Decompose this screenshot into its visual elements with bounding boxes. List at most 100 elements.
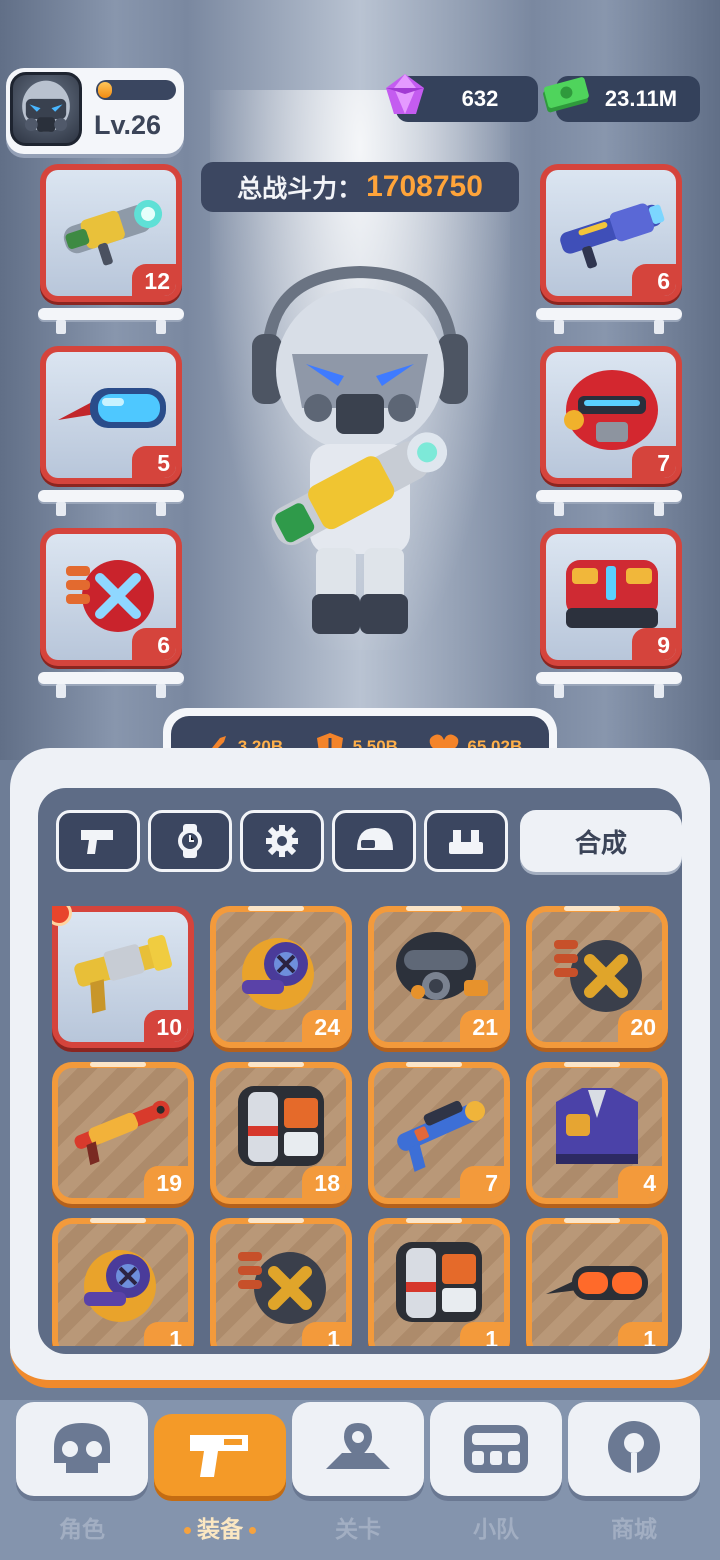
xp-bar [96,80,176,100]
total-power-label: 总战斗力： [237,174,363,203]
gas-mask-icon [396,932,488,1000]
blue-blaster-icon [397,1100,486,1172]
nav-label-stages: 关卡 [335,1517,381,1543]
purple-jacket-icon [556,1088,638,1164]
nav-squad[interactable] [430,1402,562,1496]
equip-slot-goggles[interactable]: 5 [40,346,182,484]
inventory-item-purple-gauntlet[interactable]: 1 [52,1218,194,1346]
tab-gadgets[interactable] [240,810,324,872]
visor-goggles-icon [58,388,166,428]
helmet-icon [357,828,393,850]
gems-counter[interactable]: 632 [386,74,538,122]
tab-weapons[interactable] [56,810,140,872]
red-shotgun-icon [74,1100,170,1166]
nav-label-character: 角色 [59,1517,105,1543]
cash-icon [540,70,590,120]
inventory-panel-inner: 合成 10 24 21 20 19 18 7 4 1 1 1 1 [38,788,682,1354]
armor-icon [449,830,483,854]
shelf [536,490,682,518]
inventory-item-golden-pistol[interactable]: 10 [52,906,194,1048]
equip-level: 6 [132,628,176,660]
equip-level: 7 [632,446,676,478]
nav-stages[interactable] [292,1402,424,1496]
item-level: 1 [618,1322,662,1346]
item-level: 4 [618,1166,662,1198]
combine-button[interactable]: 合成 [520,810,682,872]
item-level: 21 [460,1010,504,1042]
equip-level: 5 [132,446,176,478]
red-helmet-icon [564,370,658,450]
gun-icon [190,1435,248,1477]
golden-pistol-icon [74,935,173,1014]
inventory-item-gas-mask[interactable]: 21 [368,906,510,1048]
item-level: 10 [144,1010,188,1042]
purple-gauntlet-icon [84,1250,156,1322]
cash-value: 23.11M [604,86,678,111]
player-level: Lv.26 [94,110,162,140]
item-level: 1 [302,1322,346,1346]
equip-level: 6 [632,264,676,296]
total-power-value: 1708750 [366,170,483,203]
tab-armor[interactable] [424,810,508,872]
ammo-drum-icon [66,560,154,632]
gear-icon [266,825,298,857]
item-level: 19 [144,1166,188,1198]
orange-goggles-icon [546,1266,648,1300]
gun-icon [81,830,113,854]
inventory-item-red-shotgun[interactable]: 19 [52,1062,194,1204]
bottom-nav: 角色 装备 关卡 小队 商城 [0,1400,720,1560]
map-pin-icon [326,1423,390,1469]
equip-slot-secondary[interactable]: 6 [540,164,682,302]
item-level: 24 [302,1010,346,1042]
item-level: 20 [618,1010,662,1042]
ammo-drum-icon [238,1252,326,1324]
cash-counter[interactable]: 23.11M [543,76,700,122]
inventory-item-orange-goggles[interactable]: 1 [526,1218,668,1346]
player-profile[interactable]: Lv.26 [6,68,184,154]
item-level: 1 [144,1322,188,1346]
nav-label-squad: 小队 [473,1517,519,1543]
nav-equipment[interactable] [154,1414,286,1496]
inventory-item-mr-bone-vest[interactable]: 18 [210,1062,352,1204]
mr-bone-vest-icon [396,1242,482,1322]
nav-character[interactable] [16,1402,148,1496]
skull-icon [54,1423,110,1473]
shelf [38,308,184,336]
gems-value: 632 [461,86,499,111]
inventory-item-mr-bone-vest[interactable]: 1 [368,1218,510,1346]
equip-slot-helmet[interactable]: 7 [540,346,682,484]
equip-slot-armor[interactable]: 9 [540,528,682,666]
item-level: 1 [460,1322,504,1346]
inventory-item-blue-blaster[interactable]: 7 [368,1062,510,1204]
mr-bone-vest-icon [238,1086,324,1166]
total-power: 总战斗力： 1708750 [201,162,519,212]
shop-icon [608,1421,660,1473]
inventory-item-purple-jacket[interactable]: 4 [526,1062,668,1204]
tab-watches[interactable] [148,810,232,872]
red-armor-icon [566,560,658,628]
inventory-grid: 10 24 21 20 19 18 7 4 1 1 1 1 [52,906,668,1346]
avatar[interactable] [10,72,82,146]
ammo-drum-icon [554,940,642,1012]
category-tabs [56,810,508,872]
watch-icon [178,824,202,858]
equip-slot-gadget[interactable]: 6 [40,528,182,666]
hero-character[interactable] [240,258,480,658]
equip-level: 9 [632,628,676,660]
inventory-item-ammo-drum[interactable]: 1 [210,1218,352,1346]
gem-icon [380,70,430,120]
inventory-item-purple-gauntlet[interactable]: 24 [210,906,352,1048]
equip-slot-weapon[interactable]: 12 [40,164,182,302]
shelf [536,308,682,336]
purple-gauntlet-icon [242,938,314,1010]
item-level: 7 [460,1166,504,1198]
blue-rifle-icon [560,203,665,269]
inventory-item-ammo-drum[interactable]: 20 [526,906,668,1048]
shelf [38,672,184,700]
plasma-cannon-icon [63,199,163,266]
tab-helmets[interactable] [332,810,416,872]
squad-icon [464,1425,528,1473]
xp-bar-fill [98,82,112,98]
nav-shop[interactable] [568,1402,700,1496]
shelf [536,672,682,700]
